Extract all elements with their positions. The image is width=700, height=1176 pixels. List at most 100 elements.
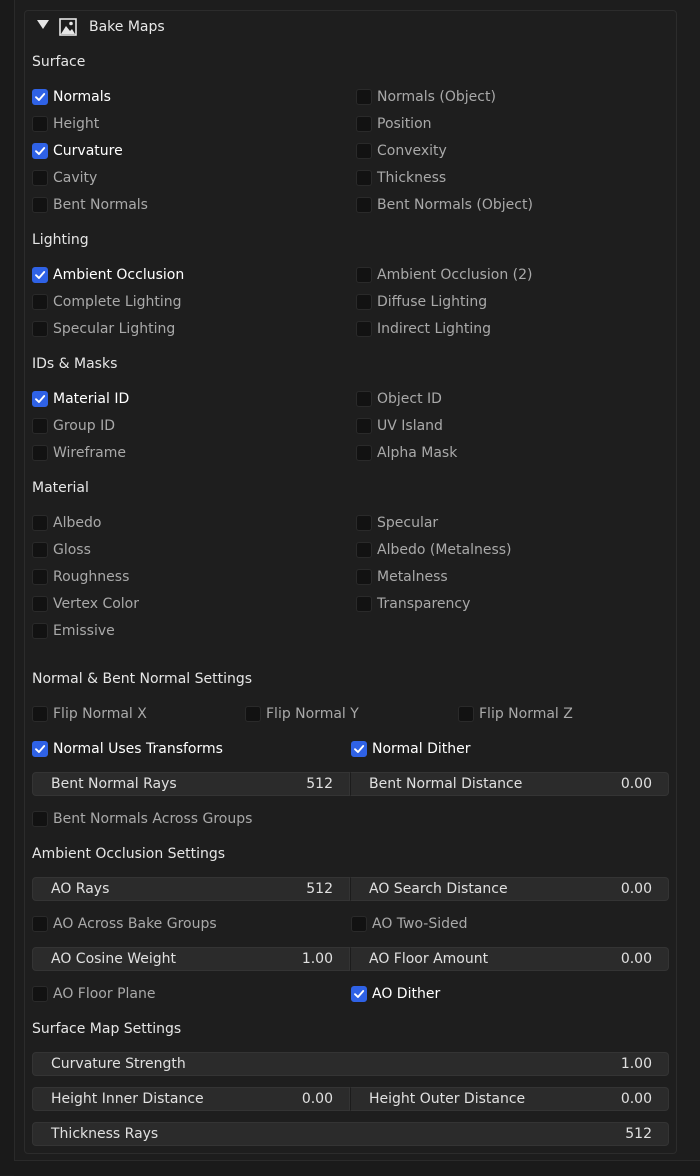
- checkbox-box[interactable]: [32, 445, 48, 461]
- ao-floor-amount-field[interactable]: AO Floor Amount 0.00: [350, 947, 669, 971]
- checkbox-flip-normal-x[interactable]: Flip Normal X: [32, 704, 147, 724]
- checkbox-transparency[interactable]: Transparency: [356, 594, 470, 614]
- checkbox-complete-lighting[interactable]: Complete Lighting: [32, 292, 182, 312]
- checkbox-box[interactable]: [356, 569, 372, 585]
- checkbox-curvature[interactable]: Curvature: [32, 141, 123, 161]
- checkbox-label: Roughness: [53, 569, 130, 585]
- field-value: 512: [306, 776, 333, 792]
- checkbox-box[interactable]: [356, 143, 372, 159]
- checkbox-box[interactable]: [356, 294, 372, 310]
- checkbox-box[interactable]: [32, 569, 48, 585]
- checkbox-box[interactable]: [32, 294, 48, 310]
- checkbox-label: Indirect Lighting: [377, 321, 492, 337]
- checkbox-box[interactable]: [356, 89, 372, 105]
- checkbox-specular-lighting[interactable]: Specular Lighting: [32, 319, 175, 339]
- checkbox-box[interactable]: [351, 916, 367, 932]
- checkbox-bent-normals-across-groups[interactable]: Bent Normals Across Groups: [32, 809, 252, 829]
- checkbox-ao-two-sided[interactable]: AO Two-Sided: [351, 914, 468, 934]
- checkbox-normals-object[interactable]: Normals (Object): [356, 87, 496, 107]
- checkbox-box[interactable]: [32, 267, 48, 283]
- checkbox-box[interactable]: [32, 116, 48, 132]
- checkbox-box[interactable]: [32, 391, 48, 407]
- checkbox-object-id[interactable]: Object ID: [356, 389, 442, 409]
- checkbox-ambient-occlusion-2[interactable]: Ambient Occlusion (2): [356, 265, 533, 285]
- checkbox-box[interactable]: [32, 321, 48, 337]
- checkbox-roughness[interactable]: Roughness: [32, 567, 129, 587]
- checkbox-ao-dither[interactable]: AO Dither: [351, 984, 440, 1004]
- checkbox-convexity[interactable]: Convexity: [356, 141, 447, 161]
- checkbox-cavity[interactable]: Cavity: [32, 168, 97, 188]
- checkbox-box[interactable]: [351, 741, 367, 757]
- checkbox-box[interactable]: [32, 418, 48, 434]
- height-outer-distance-field[interactable]: Height Outer Distance 0.00: [350, 1087, 669, 1111]
- checkbox-albedo[interactable]: Albedo: [32, 513, 101, 533]
- checkbox-bent-normals-object[interactable]: Bent Normals (Object): [356, 195, 533, 215]
- checkbox-bent-normals[interactable]: Bent Normals: [32, 195, 148, 215]
- checkbox-uv-island[interactable]: UV Island: [356, 416, 443, 436]
- ao-rays-field[interactable]: AO Rays 512: [32, 877, 350, 901]
- curvature-strength-field[interactable]: Curvature Strength 1.00: [32, 1052, 669, 1076]
- checkbox-albedo-metalness[interactable]: Albedo (Metalness): [356, 540, 512, 560]
- checkbox-wireframe[interactable]: Wireframe: [32, 443, 126, 463]
- bent-normal-distance-field[interactable]: Bent Normal Distance 0.00: [350, 772, 669, 796]
- checkbox-box[interactable]: [32, 706, 48, 722]
- checkbox-ambient-occlusion[interactable]: Ambient Occlusion: [32, 265, 184, 285]
- checkbox-normals[interactable]: Normals: [32, 87, 111, 107]
- checkbox-flip-normal-z[interactable]: Flip Normal Z: [458, 704, 573, 724]
- checkbox-box[interactable]: [32, 916, 48, 932]
- checkbox-box[interactable]: [32, 515, 48, 531]
- checkbox-group-id[interactable]: Group ID: [32, 416, 115, 436]
- thickness-rays-field[interactable]: Thickness Rays 512: [32, 1122, 669, 1146]
- checkbox-box[interactable]: [356, 116, 372, 132]
- checkbox-box[interactable]: [356, 445, 372, 461]
- checkbox-position[interactable]: Position: [356, 114, 432, 134]
- checkbox-flip-normal-y[interactable]: Flip Normal Y: [245, 704, 359, 724]
- checkbox-box[interactable]: [356, 267, 372, 283]
- checkbox-vertex-color[interactable]: Vertex Color: [32, 594, 139, 614]
- checkbox-box[interactable]: [356, 542, 372, 558]
- checkbox-box[interactable]: [356, 170, 372, 186]
- checkbox-ao-floor-plane[interactable]: AO Floor Plane: [32, 984, 155, 1004]
- checkbox-box[interactable]: [356, 321, 372, 337]
- checkbox-box[interactable]: [356, 418, 372, 434]
- checkbox-ao-across-bake-groups[interactable]: AO Across Bake Groups: [32, 914, 217, 934]
- checkbox-box[interactable]: [32, 170, 48, 186]
- checkbox-material-id[interactable]: Material ID: [32, 389, 129, 409]
- checkbox-box[interactable]: [356, 391, 372, 407]
- panel-title[interactable]: Bake Maps: [89, 17, 165, 37]
- triangle-down-icon[interactable]: [37, 20, 49, 29]
- checkbox-box[interactable]: [458, 706, 474, 722]
- checkbox-indirect-lighting[interactable]: Indirect Lighting: [356, 319, 491, 339]
- checkbox-normal-uses-transforms[interactable]: Normal Uses Transforms: [32, 739, 223, 759]
- height-inner-distance-field[interactable]: Height Inner Distance 0.00: [32, 1087, 350, 1111]
- checkbox-gloss[interactable]: Gloss: [32, 540, 91, 560]
- checkbox-box[interactable]: [32, 89, 48, 105]
- checkbox-thickness[interactable]: Thickness: [356, 168, 446, 188]
- checkbox-diffuse-lighting[interactable]: Diffuse Lighting: [356, 292, 487, 312]
- checkbox-metalness[interactable]: Metalness: [356, 567, 448, 587]
- checkbox-box[interactable]: [32, 811, 48, 827]
- section-normal-settings: Normal & Bent Normal Settings: [32, 671, 253, 687]
- checkbox-normal-dither[interactable]: Normal Dither: [351, 739, 471, 759]
- checkbox-box[interactable]: [32, 542, 48, 558]
- checkbox-height[interactable]: Height: [32, 114, 99, 134]
- checkbox-box[interactable]: [32, 596, 48, 612]
- ao-cosine-weight-field[interactable]: AO Cosine Weight 1.00: [32, 947, 350, 971]
- checkbox-emissive[interactable]: Emissive: [32, 621, 115, 641]
- ao-search-distance-field[interactable]: AO Search Distance 0.00: [350, 877, 669, 901]
- checkbox-box[interactable]: [32, 197, 48, 213]
- checkbox-label: Specular Lighting: [53, 321, 176, 337]
- checkbox-box[interactable]: [32, 143, 48, 159]
- checkbox-box[interactable]: [32, 741, 48, 757]
- bent-normal-rays-field[interactable]: Bent Normal Rays 512: [32, 772, 350, 796]
- checkbox-box[interactable]: [356, 197, 372, 213]
- checkbox-box[interactable]: [32, 623, 48, 639]
- checkbox-box[interactable]: [356, 596, 372, 612]
- checkbox-alpha-mask[interactable]: Alpha Mask: [356, 443, 457, 463]
- checkbox-box[interactable]: [32, 986, 48, 1002]
- checkbox-box[interactable]: [356, 515, 372, 531]
- checkbox-box[interactable]: [245, 706, 261, 722]
- checkbox-specular[interactable]: Specular: [356, 513, 438, 533]
- checkbox-box[interactable]: [351, 986, 367, 1002]
- checkbox-label: Complete Lighting: [53, 294, 182, 310]
